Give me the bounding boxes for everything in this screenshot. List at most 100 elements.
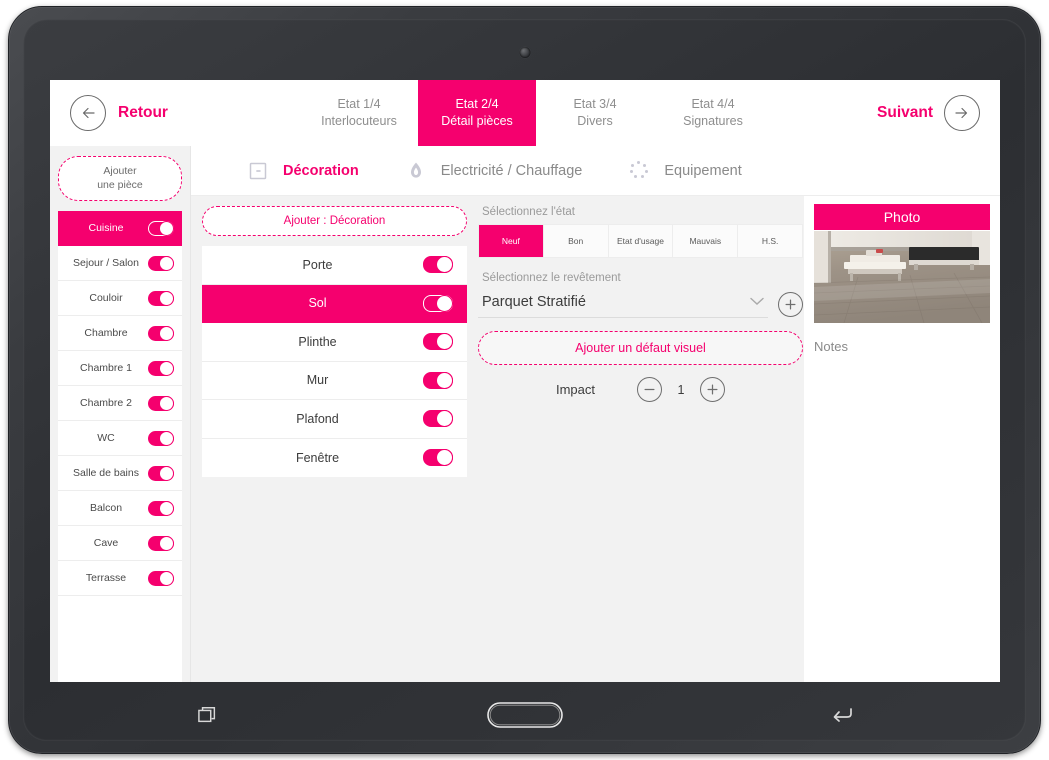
impact-value: 1 [677,382,685,397]
covering-select[interactable]: Parquet Stratifié [478,290,768,318]
room-label: Cuisine [88,222,124,235]
state-option-neuf[interactable]: Neuf [479,225,544,257]
state-section-label: Sélectionnez l'état [482,206,575,218]
impact-increase-button[interactable] [700,377,725,402]
covering-section-label: Sélectionnez le revêtement [482,272,621,284]
tab-electricite-chauffage[interactable]: Electricité / Chauffage [405,160,582,182]
room-toggle[interactable] [148,360,174,376]
state-option-etat-dusage[interactable]: Etat d'usage [608,225,674,257]
list-item-fenetre[interactable]: Fenêtre [202,438,467,477]
sidebar-item-chambre-1[interactable]: Chambre 1 [58,351,182,387]
list-item-plafond[interactable]: Plafond [202,400,467,439]
room-label: Terrasse [85,572,127,585]
state-segmented-control: Neuf Bon Etat d'usage Mauvais H.S. [478,224,803,258]
tab-equipement[interactable]: Equipement [628,160,742,182]
app-body: Ajouter une pièce Cuisine Sejour / Salon… [50,146,1000,682]
sidebar-item-sejour-salon[interactable]: Sejour / Salon [58,246,182,282]
sidebar-item-chambre[interactable]: Chambre [58,316,182,352]
room-toggle[interactable] [148,220,174,236]
android-navigation-bar [50,690,1000,744]
room-toggle[interactable] [148,570,174,586]
element-label: Mur [306,373,329,388]
add-decoration-button[interactable]: Ajouter : Décoration [202,206,467,236]
room-toggle[interactable] [148,465,174,481]
sidebar-item-couloir[interactable]: Couloir [58,281,182,317]
room-label: Cave [93,537,119,550]
element-toggle[interactable] [423,333,453,351]
notes-label[interactable]: Notes [814,339,990,354]
flame-icon [405,160,427,182]
chevron-down-icon[interactable] [750,293,764,311]
elements-panel: Ajouter : Décoration Porte Sol Plinthe M… [191,196,478,682]
recents-button[interactable] [148,697,268,737]
room-label: Chambre [84,327,128,340]
front-camera [519,47,530,58]
element-toggle[interactable] [423,449,453,467]
sidebar-item-cuisine[interactable]: Cuisine [58,211,182,247]
room-toggle[interactable] [148,430,174,446]
room-label: Chambre 1 [80,362,132,375]
main-content: Décoration Electricité / Chauffage Equip… [190,146,1000,682]
list-item-mur[interactable]: Mur [202,361,467,400]
add-visual-defect-button[interactable]: Ajouter un défaut visuel [478,331,803,365]
tab-decoration[interactable]: Décoration [247,160,359,182]
tab-etat-4-line2: Signatures [683,114,743,128]
impact-decrease-button[interactable] [637,377,662,402]
room-floor-photo[interactable] [814,231,990,323]
element-toggle[interactable] [423,410,453,428]
list-item-plinthe[interactable]: Plinthe [202,323,467,362]
sidebar-item-balcon[interactable]: Balcon [58,491,182,527]
arrow-right-circle-icon[interactable] [944,95,980,131]
tab-etat-3-line2: Divers [577,114,613,128]
room-label: Chambre 2 [80,397,132,410]
sidebar-item-terrasse[interactable]: Terrasse [58,561,182,597]
list-item-sol[interactable]: Sol [202,284,467,323]
state-option-hs[interactable]: H.S. [738,225,802,257]
home-button[interactable] [465,697,585,737]
detail-panes: Ajouter : Décoration Porte Sol Plinthe M… [191,196,1000,682]
tab-etat-3[interactable]: Etat 3/4 Divers [536,80,654,146]
element-toggle[interactable] [423,256,453,274]
rooms-sidebar: Ajouter une pièce Cuisine Sejour / Salon… [50,146,190,682]
back-button[interactable] [782,697,902,737]
recents-icon [197,705,219,730]
state-option-mauvais[interactable]: Mauvais [673,225,739,257]
tab-etat-4[interactable]: Etat 4/4 Signatures [654,80,772,146]
room-toggle[interactable] [148,500,174,516]
sidebar-item-salle-de-bains[interactable]: Salle de bains [58,456,182,492]
arrow-left-circle-icon[interactable] [70,95,106,131]
tab-etat-2[interactable]: Etat 2/4 Détail pièces [418,80,536,146]
add-covering-button[interactable] [778,291,803,317]
room-toggle[interactable] [148,395,174,411]
sidebar-item-cave[interactable]: Cave [58,526,182,562]
paint-square-icon [247,160,269,182]
add-room-button[interactable]: Ajouter une pièce [58,156,182,202]
tab-etat-2-line1: Etat 2/4 [455,97,499,112]
element-toggle[interactable] [423,371,453,389]
app-screen: Retour Etat 1/4 Interlocuteurs Etat 2/4 … [50,80,1000,682]
room-toggle[interactable] [148,535,174,551]
room-toggle[interactable] [148,255,174,271]
element-toggle[interactable] [423,294,453,312]
next-button[interactable]: Suivant [877,80,1000,146]
back-arrow-icon [830,705,854,730]
room-label: WC [97,432,115,445]
state-option-bon[interactable]: Bon [543,225,609,257]
room-toggle[interactable] [148,290,174,306]
element-label: Plinthe [298,334,337,349]
covering-row: Parquet Stratifié [478,290,803,318]
photo-header[interactable]: Photo [814,204,990,230]
next-label: Suivant [877,104,933,121]
element-label: Plafond [296,411,339,426]
sidebar-item-chambre-2[interactable]: Chambre 2 [58,386,182,422]
sidebar-item-wc[interactable]: WC [58,421,182,457]
room-label: Balcon [89,502,123,515]
element-detail-panel: Sélectionnez l'état Neuf Bon Etat d'usag… [478,196,803,682]
element-label: Fenêtre [295,450,340,465]
tab-etat-1[interactable]: Etat 1/4 Interlocuteurs [300,80,418,146]
room-toggle[interactable] [148,325,174,341]
back-button[interactable]: Retour [50,80,300,146]
tab-equipement-label: Equipement [664,162,742,179]
list-item-porte[interactable]: Porte [202,246,467,285]
room-label: Salle de bains [73,467,139,480]
